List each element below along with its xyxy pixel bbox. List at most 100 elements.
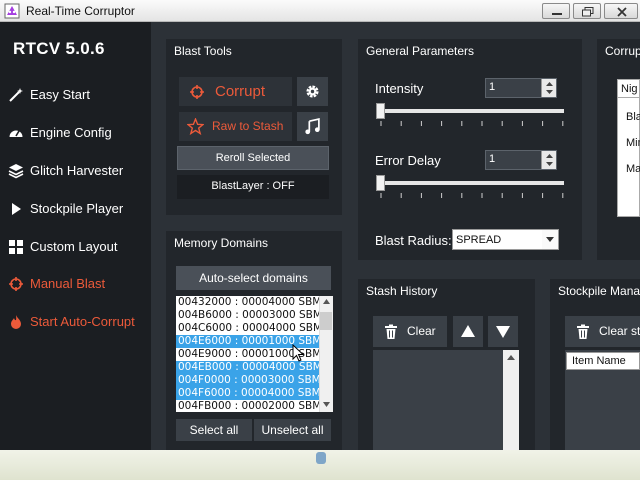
maximize-button[interactable] <box>573 3 601 19</box>
error-delay-slider-track[interactable] <box>377 181 564 185</box>
memory-domain-item[interactable]: 004E9000 : 00001000 SBM3 <box>176 348 333 361</box>
error-delay-spin-arrows[interactable] <box>541 151 556 169</box>
sidebar-item-custom-layout[interactable]: Custom Layout <box>0 232 151 262</box>
stash-list-scrollbar[interactable] <box>503 350 519 450</box>
corruption-engine-box[interactable]: Nig Bla Min Ma <box>617 79 640 217</box>
sidebar-item-label: Engine Config <box>30 125 112 140</box>
stash-history-list[interactable] <box>373 350 519 450</box>
app-version: RTCV 5.0.6 <box>13 39 105 58</box>
memory-domain-item[interactable]: 004E6000 : 00001000 SBM3 <box>176 335 333 348</box>
intensity-slider-track[interactable] <box>377 109 564 113</box>
scroll-up-icon <box>323 299 330 304</box>
column-header-label: Item Name <box>572 355 626 367</box>
sidebar-item-stockpile-player[interactable]: Stockpile Player <box>0 194 151 224</box>
window-title: Real-Time Corruptor <box>26 4 135 18</box>
sidebar-item-label: Start Auto-Corrupt <box>30 314 135 329</box>
panel-title: General Parameters <box>366 44 475 58</box>
scroll-down-icon <box>323 402 330 407</box>
layers-icon <box>8 164 24 179</box>
blastlayer-toggle[interactable]: BlastLayer : OFF <box>177 175 329 199</box>
trash-icon <box>577 324 589 339</box>
clear-stockpile-label: Clear sto <box>599 324 640 338</box>
error-delay-label: Error Delay <box>375 153 441 168</box>
scroll-up-icon <box>507 355 515 360</box>
gear-icon <box>306 85 319 98</box>
crosshair-icon <box>190 85 204 99</box>
star-icon <box>187 118 204 135</box>
minimize-icon <box>552 13 562 15</box>
game-sprite <box>316 452 326 464</box>
engine-option[interactable]: Min <box>626 137 640 149</box>
sidebar-item-start-auto-corrupt[interactable]: Start Auto-Corrupt <box>0 307 151 337</box>
sidebar-item-engine-config[interactable]: Engine Config <box>0 118 151 148</box>
sidebar-item-label: Glitch Harvester <box>30 163 124 178</box>
sidebar-item-label: Custom Layout <box>30 239 118 254</box>
panel-title: Stockpile Mana <box>558 284 640 298</box>
memory-domain-item[interactable]: 004F6000 : 00004000 SBM3 <box>176 387 333 400</box>
error-delay-slider-thumb[interactable] <box>376 175 385 191</box>
close-icon <box>617 7 627 17</box>
unselect-all-button[interactable]: Unselect all <box>254 419 331 441</box>
panel-title: Memory Domains <box>174 236 269 250</box>
divider <box>617 97 640 98</box>
domain-scroll-thumb[interactable] <box>320 312 332 330</box>
clear-stockpile-button[interactable]: Clear sto <box>565 316 640 347</box>
title-bar: Real-Time Corruptor <box>0 0 640 22</box>
intensity-label: Intensity <box>375 81 424 96</box>
intensity-spin-arrows[interactable] <box>541 79 556 97</box>
music-note-icon <box>305 118 320 135</box>
play-icon <box>12 203 21 215</box>
blast-radius-dropdown-button[interactable] <box>542 230 558 249</box>
memory-domain-item[interactable]: 004F0000 : 00003000 SBM3 <box>176 374 333 387</box>
triangle-down-icon <box>496 326 510 338</box>
trash-icon <box>385 324 397 339</box>
sidebar-item-label: Stockpile Player <box>30 201 124 216</box>
blast-radius-label: Blast Radius: <box>375 233 452 248</box>
music-button[interactable] <box>297 112 328 141</box>
engine-option[interactable]: Ma <box>626 163 640 175</box>
auto-select-domains-button[interactable]: Auto-select domains <box>176 266 331 290</box>
clear-stash-button[interactable]: Clear <box>373 316 447 347</box>
raw-to-stash-button[interactable]: Raw to Stash <box>179 112 292 141</box>
move-down-button[interactable] <box>488 316 518 347</box>
sidebar-item-label: Manual Blast <box>30 276 106 291</box>
chevron-down-icon <box>546 237 554 242</box>
sidebar-item-easy-start[interactable]: Easy Start <box>0 80 151 110</box>
flame-icon <box>11 315 21 329</box>
close-button[interactable] <box>604 3 638 19</box>
sidebar-item-glitch-harvester[interactable]: Glitch Harvester <box>0 156 151 186</box>
magic-wand-icon <box>9 88 23 102</box>
intensity-slider-thumb[interactable] <box>376 103 385 119</box>
error-delay-slider-ticks <box>380 193 564 198</box>
engine-option[interactable]: Bla <box>626 111 640 123</box>
corrupt-button[interactable]: Corrupt <box>179 77 292 106</box>
blast-settings-button[interactable] <box>297 77 328 106</box>
minimize-button[interactable] <box>542 3 570 19</box>
memory-domain-list[interactable]: 00432000 : 00004000 SBM3 004B6000 : 00003… <box>176 296 333 412</box>
memory-domain-item[interactable]: 004EB000 : 00004000 SBM3 <box>176 361 333 374</box>
engine-option[interactable]: Nig <box>621 83 638 95</box>
intensity-slider-ticks <box>380 121 564 126</box>
panel-title: Blast Tools <box>174 44 232 58</box>
error-delay-input[interactable]: 1 <box>485 150 557 170</box>
memory-domain-item[interactable]: 004B6000 : 00003000 SBM3 <box>176 309 333 322</box>
stockpile-column-header[interactable]: Item Name <box>566 352 640 370</box>
blastlayer-label: BlastLayer : OFF <box>211 180 295 192</box>
sidebar-item-manual-blast[interactable]: Manual Blast <box>0 269 151 299</box>
app-logo-icon <box>4 3 20 19</box>
auto-select-label: Auto-select domains <box>199 271 308 285</box>
move-up-button[interactable] <box>453 316 483 347</box>
select-all-button[interactable]: Select all <box>176 419 252 441</box>
memory-domain-item[interactable]: 00432000 : 00004000 SBM3 <box>176 296 333 309</box>
corrupt-label: Corrupt <box>215 83 266 100</box>
memory-domain-item[interactable]: 004C6000 : 00004000 SBM3 <box>176 322 333 335</box>
spin-down-icon <box>546 90 553 94</box>
blast-radius-select[interactable]: SPREAD <box>452 229 559 250</box>
intensity-input[interactable]: 1 <box>485 78 557 98</box>
reroll-selected-button[interactable]: Reroll Selected <box>177 146 329 170</box>
panel-title: Corrup <box>605 44 640 58</box>
mouse-cursor-icon <box>292 344 304 362</box>
memory-domain-item[interactable]: 004FB000 : 00002000 SBM3 <box>176 400 333 412</box>
select-all-label: Select all <box>189 423 239 437</box>
grid-icon <box>9 240 23 254</box>
